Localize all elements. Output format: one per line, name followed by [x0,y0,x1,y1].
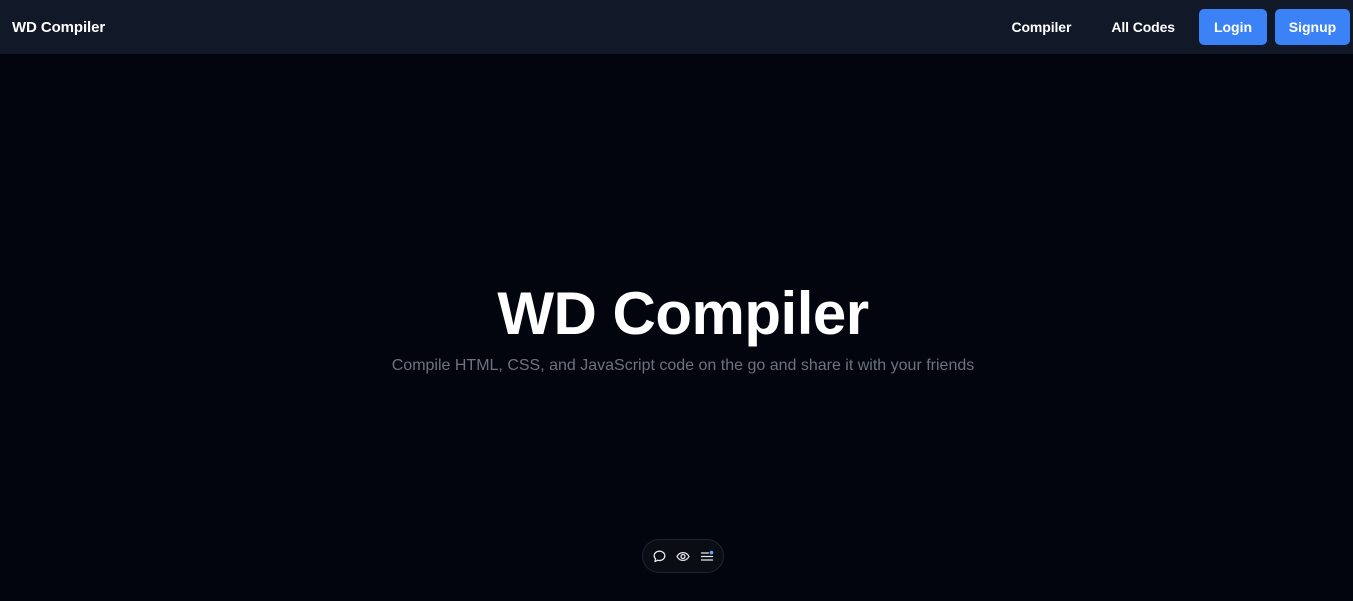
login-button[interactable]: Login [1199,9,1267,45]
hero-subtitle: Compile HTML, CSS, and JavaScript code o… [391,357,975,374]
eye-icon[interactable] [676,549,691,564]
hero-title: WD Compiler [497,280,869,347]
nav-right-group: Compiler All Codes Login Signup [1011,0,1350,54]
signup-button[interactable]: Signup [1275,9,1350,45]
nav-link-compiler[interactable]: Compiler [1011,19,1071,35]
nav-link-all-codes[interactable]: All Codes [1111,19,1175,35]
hero-section: WD Compiler Compile HTML, CSS, and JavaS… [0,54,1353,601]
brand-logo-text[interactable]: WD Compiler [12,19,105,36]
comment-icon[interactable] [652,549,667,564]
navbar: WD Compiler Compiler All Codes Login Sig… [0,0,1353,54]
floating-toolbar [642,539,724,573]
menu-list-icon[interactable] [700,549,715,564]
